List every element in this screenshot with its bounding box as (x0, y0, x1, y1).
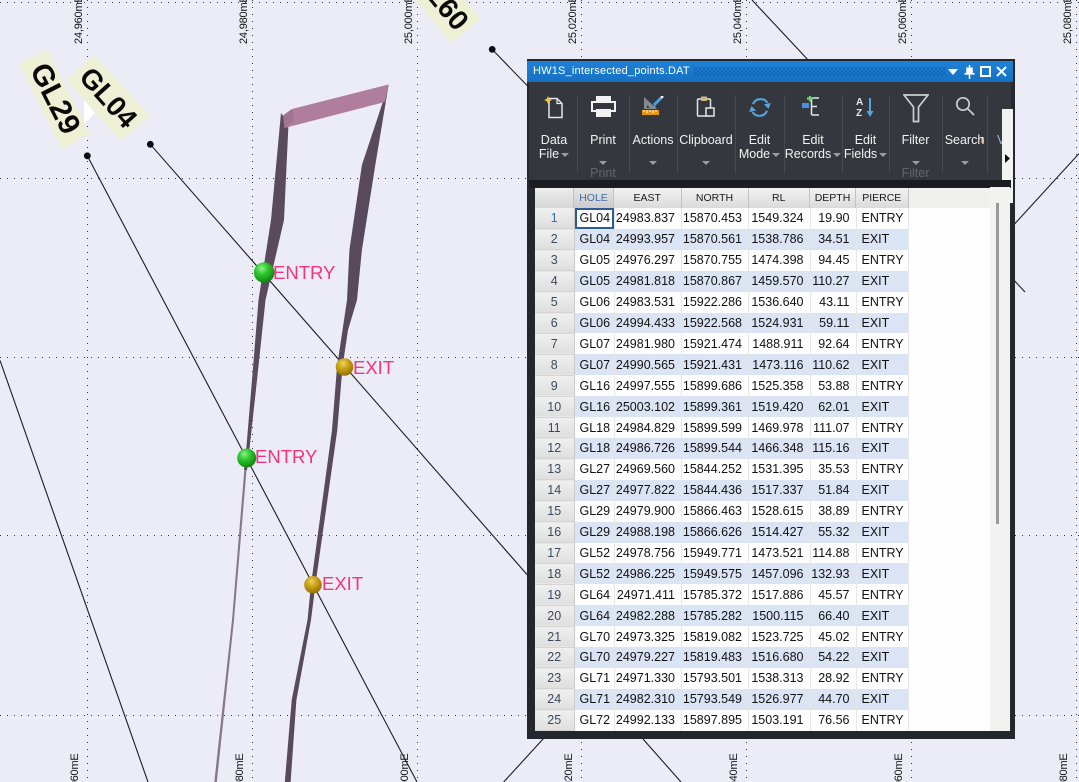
svg-text:A: A (856, 97, 863, 108)
svg-text:Z: Z (856, 108, 862, 119)
